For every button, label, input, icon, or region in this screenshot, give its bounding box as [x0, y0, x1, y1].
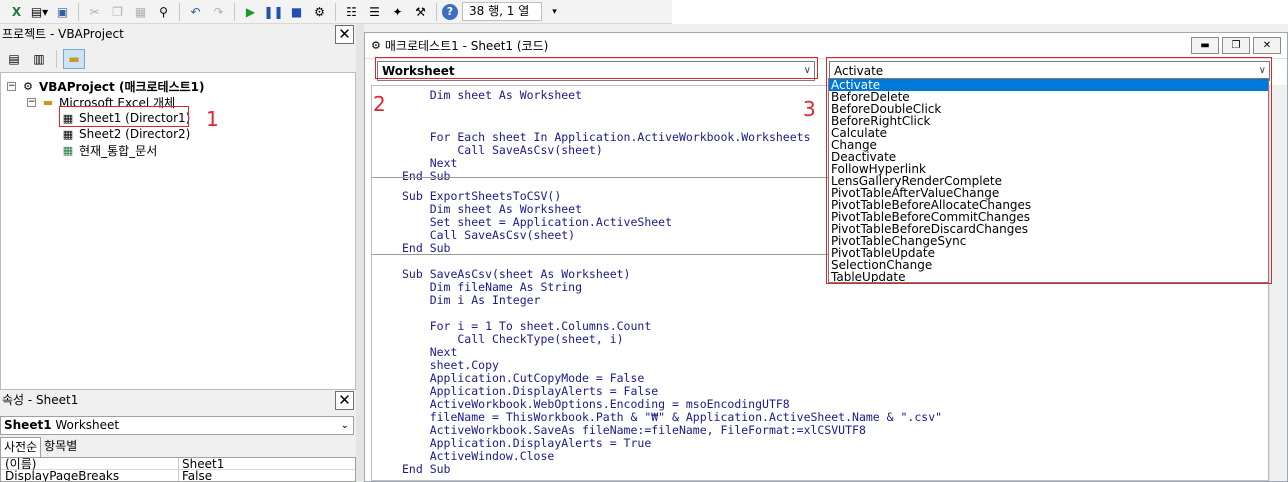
properties-grid: (이름) Sheet1 DisplayPageBreaks False	[0, 457, 356, 482]
tab-alphabetic[interactable]: 사전순	[0, 437, 42, 457]
tree-item-label: Sheet2 (Director2)	[79, 127, 191, 141]
standard-toolbar: X ▤▾ ▣ ✂ ❐ ▦ ⚲ ↶ ↷ ▶ ❚❚ ■ ⚙ ☷ ☰ ✦ ⚒ ? 38…	[0, 0, 672, 24]
toolbar-separator	[436, 2, 437, 21]
find-icon[interactable]: ⚲	[153, 2, 174, 22]
code-line[interactable]: End Sub	[372, 463, 450, 476]
insert-module-icon[interactable]: ▤▾	[29, 2, 50, 22]
toolbar-empty-area	[672, 0, 1288, 24]
run-icon[interactable]: ▶	[240, 2, 261, 22]
tab-categorized[interactable]: 항목별	[41, 437, 80, 457]
copy-icon[interactable]: ❐	[107, 2, 128, 22]
code-line[interactable]: ActiveWindow.Close	[372, 450, 555, 463]
help-icon[interactable]: ?	[442, 3, 458, 20]
redo-icon[interactable]: ↷	[208, 2, 229, 22]
view-code-icon[interactable]: ▤	[3, 49, 25, 69]
code-window-icon: ⚙	[371, 39, 381, 52]
project-toolbar: ▤ ▥ ▬	[0, 46, 356, 72]
folder-icon: ▬	[42, 95, 54, 109]
project-pane-title: 프로젝트 - VBAProject ✕	[0, 24, 356, 46]
annotation-number-1: 1	[206, 107, 219, 131]
window-buttons: ▬ ❐ ✕	[1191, 37, 1281, 54]
property-name: DisplayPageBreaks	[1, 470, 179, 481]
reset-icon[interactable]: ■	[286, 2, 307, 22]
excel-icon[interactable]: X	[6, 2, 27, 22]
code-line[interactable]	[372, 118, 402, 131]
paste-icon[interactable]: ▦	[130, 2, 151, 22]
design-mode-icon[interactable]: ⚙	[309, 2, 330, 22]
minimize-button[interactable]: ▬	[1191, 37, 1219, 54]
sheet-icon: ▦	[62, 127, 74, 141]
cursor-position-status: 38 행, 1 열	[462, 2, 542, 21]
annotation-box-2	[375, 57, 818, 79]
property-value[interactable]: False	[179, 470, 355, 481]
collapse-icon[interactable]: −	[27, 97, 36, 107]
toolbar-separator	[78, 2, 79, 21]
annotation-box-3	[826, 57, 1272, 284]
tree-root[interactable]: − ⚙ VBAProject (매크로테스트1)	[7, 78, 205, 94]
object-name: Sheet1	[4, 418, 52, 432]
property-row[interactable]: DisplayPageBreaks False	[1, 470, 355, 481]
toggle-folders-icon[interactable]: ▬	[63, 49, 85, 69]
code-line[interactable]: Dim i As Integer	[372, 294, 541, 307]
toolbar-separator	[179, 2, 180, 21]
chevron-down-icon: ⌄	[340, 420, 349, 431]
toolbar-separator	[335, 2, 336, 21]
toolbar-separator	[56, 50, 57, 68]
toolbox-icon[interactable]: ⚒	[410, 2, 431, 22]
pane-splitter[interactable]	[356, 24, 364, 482]
project-pane-title-text: 프로젝트 - VBAProject	[2, 27, 124, 41]
break-icon[interactable]: ❚❚	[263, 2, 284, 22]
collapse-icon[interactable]: −	[7, 81, 16, 91]
properties-tabs: 사전순 항목별	[0, 437, 356, 457]
annotation-box-1	[59, 106, 189, 127]
code-line[interactable]	[372, 307, 402, 320]
tree-item-sheet2[interactable]: ▦ Sheet2 (Director2)	[60, 126, 191, 142]
tree-item-label: 현재_통합_문서	[79, 143, 158, 158]
toolbar-options-icon[interactable]: ▾	[544, 2, 565, 22]
code-line[interactable]: Dim sheet As Worksheet	[372, 89, 582, 102]
tree-item-thisworkbook[interactable]: ▦ 현재_통합_문서	[60, 142, 157, 158]
cut-icon[interactable]: ✂	[84, 2, 105, 22]
tree-root-label: VBAProject (매크로테스트1)	[39, 79, 205, 94]
project-pane-close-button[interactable]: ✕	[335, 25, 354, 44]
undo-icon[interactable]: ↶	[185, 2, 206, 22]
properties-pane-title: 속성 - Sheet1 ✕	[0, 390, 356, 412]
workbook-icon: ▦	[62, 143, 74, 157]
properties-pane-close-button[interactable]: ✕	[335, 391, 354, 410]
vba-project-icon: ⚙	[23, 79, 33, 93]
object-type: Worksheet	[55, 418, 120, 432]
properties-object-select[interactable]: Sheet1 Worksheet ⌄	[0, 416, 354, 435]
properties-pane-title-text: 속성 - Sheet1	[2, 393, 79, 407]
close-button[interactable]: ✕	[1253, 37, 1281, 54]
code-window-title: 매크로테스트1 - Sheet1 (코드)	[384, 39, 549, 53]
project-explorer-icon[interactable]: ☷	[341, 2, 362, 22]
save-icon[interactable]: ▣	[52, 2, 73, 22]
toolbar-separator	[234, 2, 235, 21]
annotation-number-2: 2	[373, 92, 386, 116]
annotation-number-3: 3	[803, 97, 816, 121]
object-browser-icon[interactable]: ✦	[387, 2, 408, 22]
restore-button[interactable]: ❐	[1222, 37, 1250, 54]
properties-window-icon[interactable]: ☰	[364, 2, 385, 22]
view-object-icon[interactable]: ▥	[28, 49, 50, 69]
code-window-titlebar: ⚙ 매크로테스트1 - Sheet1 (코드)	[365, 33, 1287, 59]
